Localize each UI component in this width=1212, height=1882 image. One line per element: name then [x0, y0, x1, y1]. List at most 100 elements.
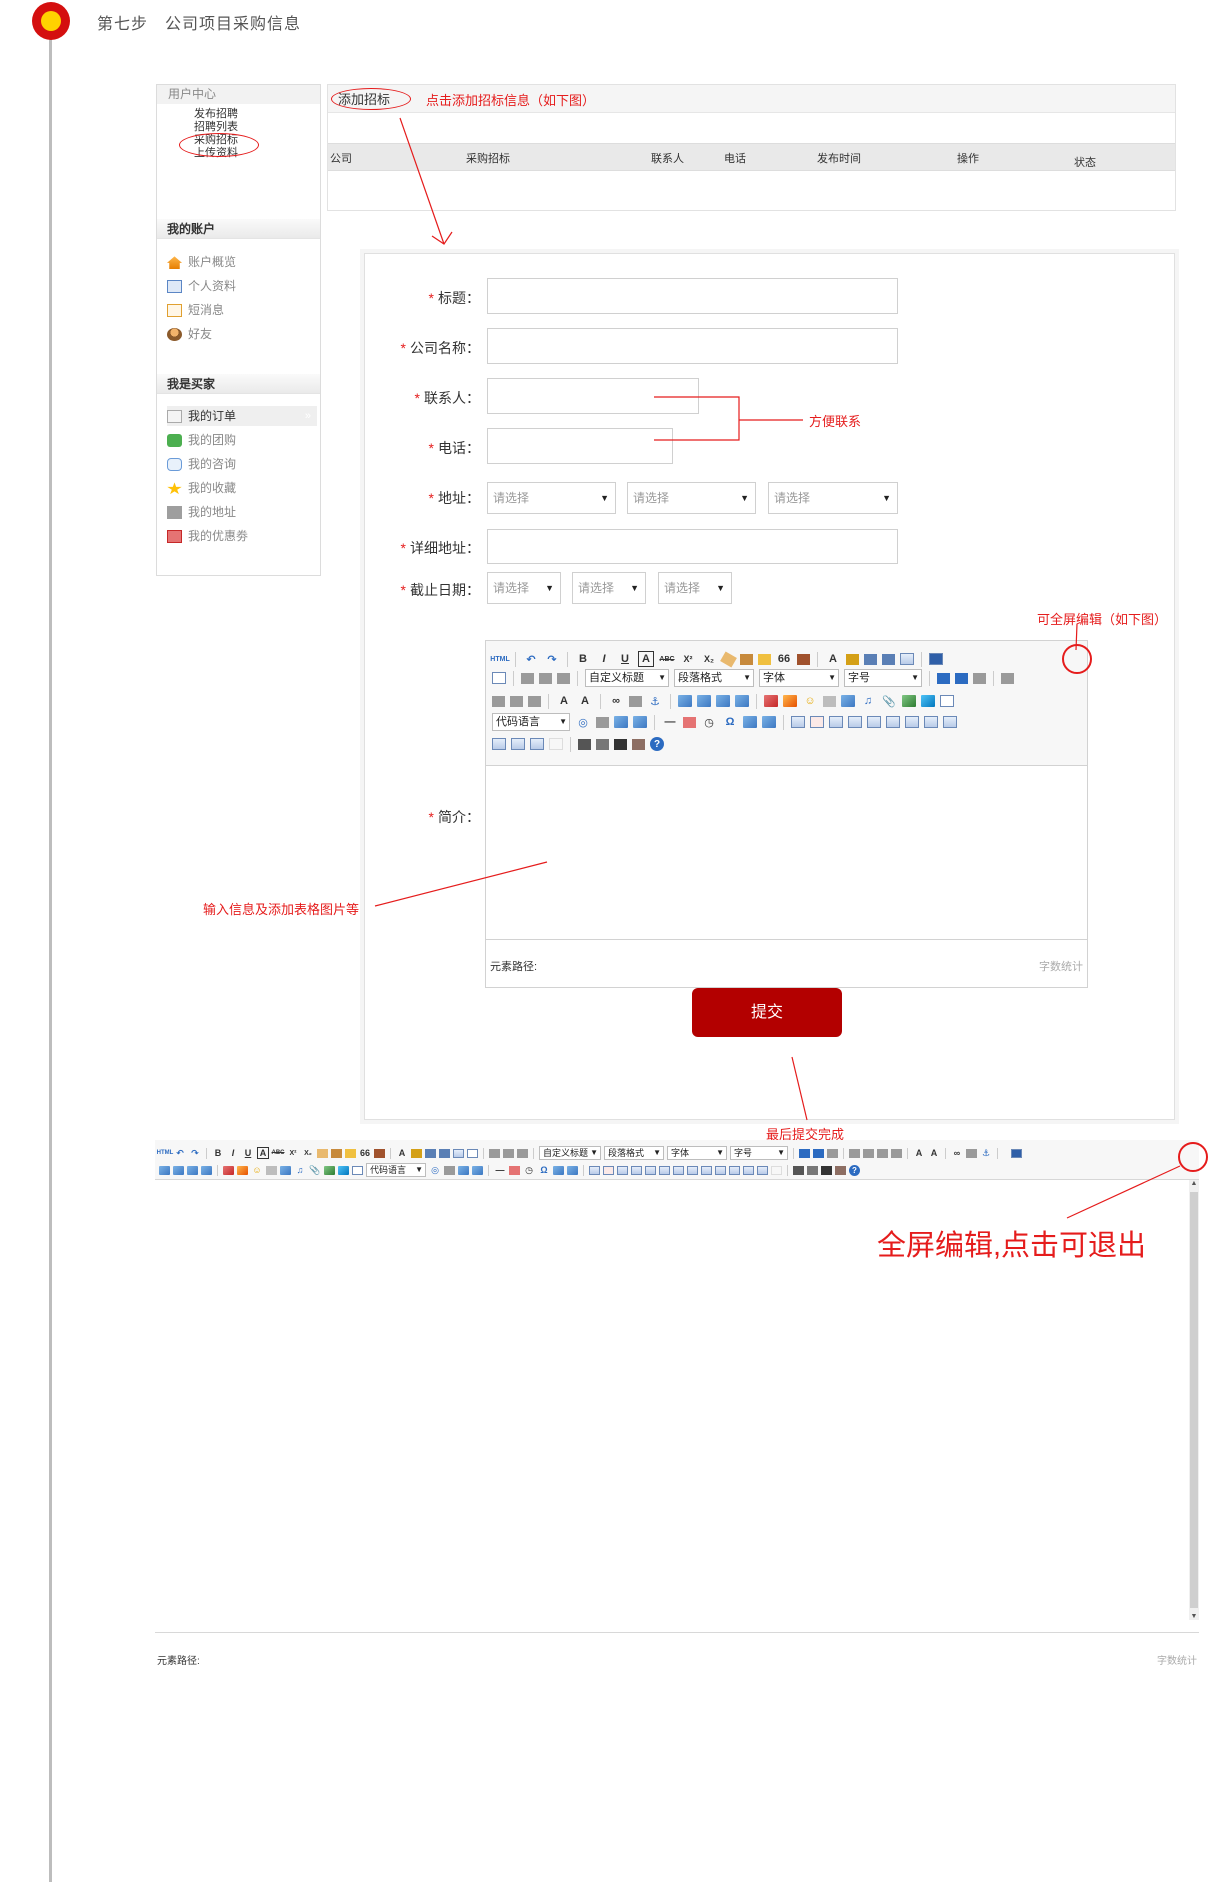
background-icon[interactable]	[596, 716, 609, 728]
ltr-icon[interactable]	[937, 672, 950, 684]
font-family-select[interactable]: 字体 ▼	[759, 669, 839, 687]
uppercase-icon[interactable]: A	[913, 1147, 925, 1159]
custom-heading-select[interactable]: 自定义标题 ▼	[539, 1146, 601, 1160]
row-spacing-bottom-icon[interactable]	[503, 1148, 514, 1158]
code-language-select[interactable]: 代码语言 ▼	[366, 1163, 426, 1177]
subscript-icon[interactable]: X₂	[302, 1147, 314, 1159]
justify-left-icon[interactable]	[1001, 672, 1014, 684]
image-center-icon[interactable]	[201, 1165, 212, 1175]
music-icon[interactable]: ♫	[294, 1164, 306, 1176]
italic-icon[interactable]: I	[227, 1147, 239, 1159]
eraser-icon[interactable]	[317, 1148, 328, 1158]
sidebar-item-friends[interactable]: 好友	[167, 324, 317, 344]
redo-icon[interactable]: ↷	[544, 651, 560, 667]
unordered-list-icon[interactable]	[882, 653, 895, 665]
unlink-icon[interactable]	[629, 695, 642, 707]
snapscreen-icon[interactable]	[472, 1165, 483, 1175]
print-icon[interactable]	[793, 1165, 804, 1175]
insert-frame-icon[interactable]	[352, 1165, 363, 1175]
date-icon[interactable]	[683, 716, 696, 728]
attachment-icon[interactable]: 📎	[309, 1164, 321, 1176]
sidebar-link-post-job[interactable]: 发布招聘	[194, 108, 320, 121]
blank-icon[interactable]	[771, 1165, 782, 1175]
map-icon[interactable]	[902, 695, 916, 707]
unlink-icon[interactable]	[966, 1148, 977, 1158]
word-image-icon[interactable]	[743, 716, 757, 728]
merge-cells-icon[interactable]	[687, 1165, 698, 1175]
font-color-icon[interactable]: A	[825, 651, 841, 667]
line-height-icon[interactable]	[557, 672, 570, 684]
preview-icon[interactable]	[596, 738, 609, 750]
preview-icon[interactable]	[807, 1165, 818, 1175]
image-center-icon[interactable]	[735, 695, 749, 707]
insert-row-icon[interactable]	[848, 716, 862, 728]
phone-input[interactable]	[487, 428, 673, 464]
deadline-day-select[interactable]: 请选择 ▼	[658, 572, 732, 604]
scrawl-icon[interactable]	[823, 695, 836, 707]
split-cells-icon[interactable]	[549, 738, 563, 750]
emotion-icon[interactable]: ☺	[802, 693, 818, 709]
paragraph-format-select[interactable]: 段落格式 ▼	[604, 1146, 664, 1160]
auto-format-icon[interactable]	[345, 1148, 356, 1158]
attachment-icon[interactable]: 📎	[881, 693, 897, 709]
clear-document-icon[interactable]	[492, 672, 506, 684]
word-image-icon[interactable]	[553, 1165, 564, 1175]
vertical-scrollbar[interactable]: ▲ ▼	[1189, 1180, 1199, 1620]
insert-image-icon[interactable]	[764, 695, 778, 707]
deadline-year-select[interactable]: 请选择 ▼	[487, 572, 561, 604]
eraser-icon[interactable]	[720, 650, 737, 668]
justify-left-icon[interactable]	[849, 1148, 860, 1158]
sidebar-item-coupons[interactable]: 我的优惠劵	[167, 526, 317, 546]
merge-down-icon[interactable]	[715, 1165, 726, 1175]
image-right-icon[interactable]	[187, 1165, 198, 1175]
sidebar-item-messages[interactable]: 短消息	[167, 300, 317, 320]
justify-right-icon[interactable]	[510, 695, 523, 707]
split-to-rows-icon[interactable]	[511, 738, 525, 750]
sidebar-item-addresses[interactable]: 我的地址	[167, 502, 317, 522]
search-replace-icon[interactable]	[567, 1165, 578, 1175]
indent-icon[interactable]	[973, 672, 986, 684]
help-icon[interactable]: ?	[849, 1164, 860, 1176]
sidebar-item-inquiries[interactable]: 我的咨询	[167, 454, 317, 474]
sidebar-item-group-buy[interactable]: 我的团购	[167, 430, 317, 450]
superscript-icon[interactable]: X²	[680, 651, 696, 667]
font-color-icon[interactable]: A	[396, 1147, 408, 1159]
image-none-icon[interactable]	[159, 1165, 170, 1175]
exit-fullscreen-icon[interactable]	[1011, 1148, 1022, 1158]
justify-center-icon[interactable]	[863, 1148, 874, 1158]
template-icon[interactable]	[614, 716, 628, 728]
font-size-select[interactable]: 字号 ▼	[844, 669, 922, 687]
delete-col-icon[interactable]	[673, 1165, 684, 1175]
split-cells-icon[interactable]	[757, 1165, 768, 1175]
ordered-list-icon[interactable]	[425, 1148, 436, 1158]
google-map-icon[interactable]	[338, 1165, 349, 1175]
format-painter-icon[interactable]	[331, 1148, 342, 1158]
delete-table-icon[interactable]	[810, 716, 824, 728]
sidebar-item-account-overview[interactable]: 账户概览	[167, 252, 317, 272]
sidebar-link-job-list[interactable]: 招聘列表	[194, 121, 320, 134]
insert-paragraph-before-table-icon[interactable]	[829, 716, 843, 728]
rtl-icon[interactable]	[813, 1148, 824, 1158]
row-spacing-top-icon[interactable]	[489, 1148, 500, 1158]
background-color-icon[interactable]	[411, 1148, 422, 1158]
image-right-icon[interactable]	[716, 695, 730, 707]
link-icon[interactable]: ∞	[608, 693, 624, 709]
superscript-icon[interactable]: X²	[287, 1147, 299, 1159]
map-icon[interactable]	[324, 1165, 335, 1175]
delete-row-icon[interactable]	[867, 716, 881, 728]
bold-icon[interactable]: B	[212, 1147, 224, 1159]
indent-icon[interactable]	[827, 1148, 838, 1158]
row-spacing-top-icon[interactable]	[521, 672, 534, 684]
city-select[interactable]: 请选择 ▼	[627, 482, 756, 514]
deadline-month-select[interactable]: 请选择 ▼	[572, 572, 646, 604]
image-left-icon[interactable]	[173, 1165, 184, 1175]
justify-full-icon[interactable]	[528, 695, 541, 707]
province-select[interactable]: 请选择 ▼	[487, 482, 616, 514]
contact-input[interactable]	[487, 378, 699, 414]
code-language-select[interactable]: 代码语言 ▼	[492, 713, 570, 731]
justify-full-icon[interactable]	[891, 1148, 902, 1158]
lowercase-icon[interactable]: A	[928, 1147, 940, 1159]
uppercase-icon[interactable]: A	[556, 693, 572, 709]
horizontal-rule-icon[interactable]: —	[494, 1164, 506, 1176]
insert-video-icon[interactable]	[841, 695, 855, 707]
